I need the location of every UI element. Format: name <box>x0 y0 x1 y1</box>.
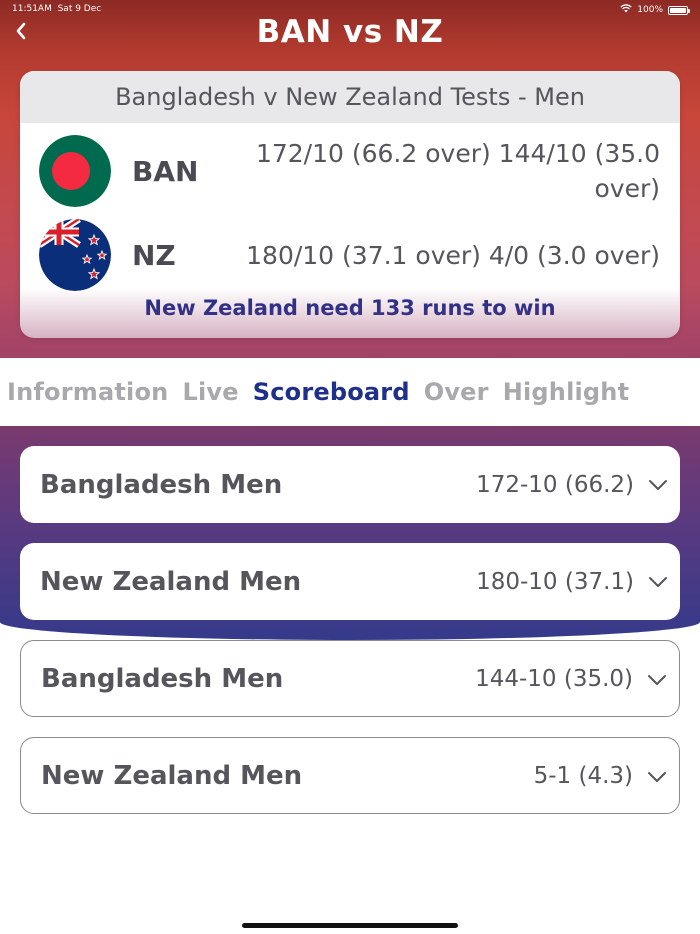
innings-team: New Zealand Men <box>40 566 302 597</box>
competition-title: Bangladesh v New Zealand Tests - Men <box>20 71 680 123</box>
team-code: NZ <box>132 238 176 272</box>
home-indicator[interactable] <box>242 923 458 928</box>
tab-highlight[interactable]: Highlight <box>503 378 630 406</box>
team-score: 180/10 (37.1 over) 4/0 (3.0 over) <box>246 240 660 270</box>
innings-score: 172-10 (66.2) <box>476 471 634 498</box>
match-result-text: New Zealand need 133 runs to win <box>144 296 556 320</box>
tab-over[interactable]: Over <box>424 378 489 406</box>
page-title: BAN vs NZ <box>256 14 444 50</box>
tab-live[interactable]: Live <box>182 378 238 406</box>
team-code: BAN <box>132 154 199 188</box>
tab-bar: Information Live Scoreboard Over Highlig… <box>0 358 700 426</box>
innings-row[interactable]: Bangladesh Men 172-10 (66.2) <box>20 446 680 523</box>
match-summary-card: Bangladesh v New Zealand Tests - Men BAN… <box>20 71 680 338</box>
chevron-down-icon <box>646 570 670 594</box>
team-row-ban: BAN 172/10 (66.2 over) 144/10 (35.0 over… <box>20 133 680 209</box>
match-header: 11:51AM Sat 9 Dec 100% BAN vs NZ Banglad… <box>0 0 700 358</box>
chevron-down-icon <box>646 473 670 497</box>
innings-team: New Zealand Men <box>41 760 303 791</box>
chevron-down-icon <box>645 668 669 692</box>
status-time: 11:51AM <box>12 4 52 14</box>
bangladesh-flag-icon <box>39 135 111 207</box>
innings-score: 180-10 (37.1) <box>476 568 634 595</box>
status-date: Sat 9 Dec <box>57 4 102 14</box>
tab-information[interactable]: Information <box>7 378 168 406</box>
innings-row[interactable]: Bangladesh Men 144-10 (35.0) <box>20 640 680 717</box>
chevron-down-icon <box>645 765 669 789</box>
innings-row[interactable]: New Zealand Men 5-1 (4.3) <box>20 737 680 814</box>
innings-team: Bangladesh Men <box>41 663 284 694</box>
team-score: 172/10 (66.2 over) 144/10 (35.0 over) <box>255 139 660 203</box>
tab-scoreboard[interactable]: Scoreboard <box>253 378 410 406</box>
innings-team: Bangladesh Men <box>40 469 283 500</box>
innings-row[interactable]: New Zealand Men 180-10 (37.1) <box>20 543 680 620</box>
team-row-nz: NZ 180/10 (37.1 over) 4/0 (3.0 over) <box>20 217 680 293</box>
innings-score: 144-10 (35.0) <box>475 665 633 692</box>
new-zealand-flag-icon <box>39 219 111 291</box>
innings-score: 5-1 (4.3) <box>533 762 633 789</box>
